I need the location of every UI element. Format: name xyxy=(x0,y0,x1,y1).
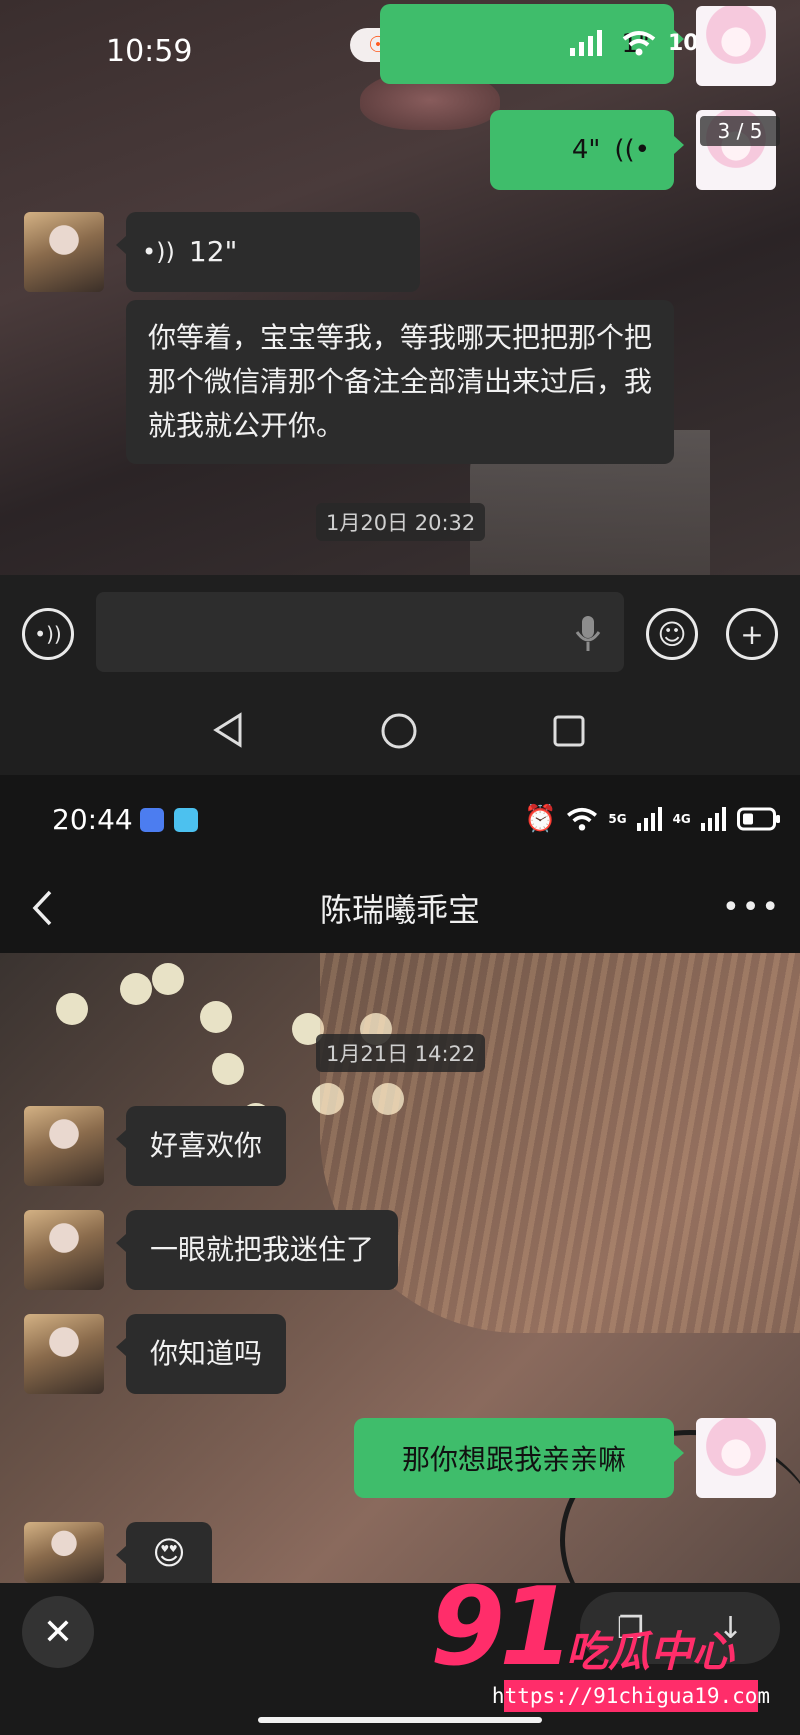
back-triangle-icon[interactable] xyxy=(212,712,244,748)
voice-message-bubble[interactable]: 4" ((• xyxy=(490,110,684,190)
network-5g-label: 5G xyxy=(608,812,627,826)
contact-avatar[interactable] xyxy=(24,1522,104,1583)
top-status-icons: 10 xyxy=(570,30,699,56)
wifi-icon xyxy=(567,807,598,831)
contact-avatar[interactable] xyxy=(24,212,104,292)
signal-icon xyxy=(570,30,602,56)
watermark-url: https://91chigua19.com xyxy=(492,1680,770,1712)
recents-square-icon[interactable] xyxy=(552,714,586,748)
watermark-logo-number: 91 xyxy=(430,1565,574,1690)
smiley-icon: ☺ xyxy=(657,617,687,651)
battery-icon xyxy=(736,807,780,831)
more-options-button[interactable]: + xyxy=(726,608,778,660)
signal-icon xyxy=(700,807,726,831)
close-icon: ✕ xyxy=(42,1611,74,1653)
message-text: 那你想跟我亲亲嘛 xyxy=(401,1443,626,1476)
my-avatar[interactable] xyxy=(696,6,776,86)
text-message-bubble[interactable]: 你知道吗 xyxy=(115,1314,287,1394)
voice-wave-icon: •)) xyxy=(142,238,175,266)
battery-percent: 10 xyxy=(668,30,699,56)
contact-avatar[interactable] xyxy=(24,1314,104,1394)
voice-wave-icon: ((• xyxy=(614,135,650,165)
my-avatar[interactable] xyxy=(696,1418,776,1498)
home-circle-icon[interactable] xyxy=(380,712,418,750)
signal-icon xyxy=(636,807,662,831)
plus-icon: + xyxy=(740,617,764,651)
text-message-bubble[interactable]: 那你想跟我亲亲嘛 xyxy=(354,1418,684,1498)
microphone-icon[interactable] xyxy=(574,614,602,654)
voice-wave-icon: •)) xyxy=(34,622,62,646)
message-text: 一眼就把我迷住了 xyxy=(150,1233,375,1266)
app-notification-icon xyxy=(174,808,198,832)
voice-duration: 12" xyxy=(188,235,238,268)
top-status-clock: 10:59 xyxy=(106,34,193,69)
text-message-bubble[interactable]: 一眼就把我迷住了 xyxy=(115,1210,399,1290)
image-page-counter: 3 / 5 xyxy=(700,116,780,146)
bottom-status-clock: 20:44 xyxy=(52,803,133,836)
message-text: 😍 xyxy=(152,1533,186,1572)
home-indicator[interactable] xyxy=(258,1717,542,1723)
contact-avatar[interactable] xyxy=(24,1106,104,1186)
network-4g-label: 4G xyxy=(672,812,691,826)
watermark-brand: 吃瓜中心 xyxy=(566,1627,735,1676)
voice-duration: 4" xyxy=(571,135,601,165)
message-text: 好喜欢你 xyxy=(150,1129,263,1162)
wifi-icon xyxy=(622,31,656,56)
chat-timestamp: 1月21日 14:22 xyxy=(316,1034,486,1072)
emoji-message-bubble[interactable]: 😍 xyxy=(116,1522,212,1583)
voice-message-bubble[interactable]: •)) 12" xyxy=(116,212,420,292)
app-notification-icon xyxy=(140,808,164,832)
message-input[interactable] xyxy=(96,592,624,672)
alarm-icon: ⏰ xyxy=(524,804,557,834)
bottom-status-icons: ⏰ 5G 4G xyxy=(524,804,781,834)
text-message-bubble[interactable]: 好喜欢你 xyxy=(115,1106,287,1186)
voice-input-button[interactable]: •)) xyxy=(22,608,74,660)
message-text: 你等着，宝宝等我，等我哪天把把那个把那个微信清那个备注全部清出来过后，我就我就公… xyxy=(148,321,653,442)
emoji-button[interactable]: ☺ xyxy=(646,608,698,660)
chat-timestamp: 1月20日 20:32 xyxy=(316,503,486,541)
chat-title: 陈瑞曦乖宝 xyxy=(319,891,480,929)
contact-avatar[interactable] xyxy=(24,1210,104,1290)
text-message-bubble[interactable]: 你等着，宝宝等我，等我哪天把把那个把那个微信清那个备注全部清出来过后，我就我就公… xyxy=(126,300,674,464)
message-text: 你知道吗 xyxy=(150,1337,263,1370)
more-menu-icon[interactable]: ••• xyxy=(722,890,781,925)
close-viewer-button[interactable]: ✕ xyxy=(22,1596,94,1668)
